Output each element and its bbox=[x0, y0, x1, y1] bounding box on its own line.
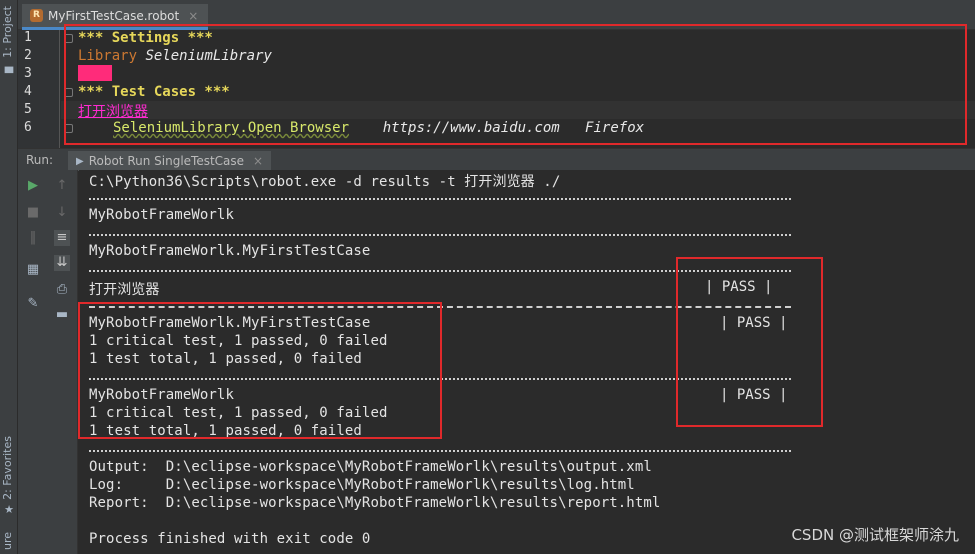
layout-icon[interactable]: ▦ bbox=[25, 262, 41, 278]
favorites-tool-button[interactable]: 2: Favorites bbox=[1, 436, 14, 500]
stop-icon[interactable]: ■ bbox=[25, 205, 41, 221]
star-icon[interactable]: ★ bbox=[3, 504, 15, 516]
run-config-label: Robot Run SingleTestCase bbox=[88, 154, 245, 168]
editor-tab-label: MyFirstTestCase.robot bbox=[48, 8, 180, 23]
separator-line bbox=[89, 234, 791, 236]
separator-line bbox=[89, 450, 791, 452]
command-line: C:\Python36\Scripts\robot.exe -d results… bbox=[89, 174, 561, 190]
trash-icon[interactable]: ▬ bbox=[54, 307, 70, 323]
close-icon[interactable]: × bbox=[188, 9, 198, 23]
sub-suite-header: MyRobotFrameWorlk.MyFirstTestCase bbox=[89, 243, 371, 259]
print-icon[interactable]: ⎙ bbox=[54, 282, 70, 298]
project-tool-button[interactable]: 1: Project bbox=[1, 6, 14, 58]
log-path: Log: D:\eclipse-workspace\MyRobotFrameWo… bbox=[89, 477, 635, 493]
output-path: Output: D:\eclipse-workspace\MyRobotFram… bbox=[89, 459, 652, 475]
run-label: Run: bbox=[26, 153, 54, 167]
annotation-box-code bbox=[64, 24, 967, 145]
annotation-box-status bbox=[676, 257, 823, 427]
pin-icon[interactable]: ✎ bbox=[25, 296, 41, 312]
scroll-up-icon[interactable]: ↑ bbox=[54, 178, 70, 194]
run-tool-window-header: Run: ▶ Robot Run SingleTestCase × bbox=[18, 148, 975, 171]
close-icon[interactable]: × bbox=[253, 154, 263, 168]
robot-file-icon: R bbox=[30, 9, 43, 22]
exit-message: Process finished with exit code 0 bbox=[89, 531, 371, 547]
run-config-tab[interactable]: ▶ Robot Run SingleTestCase × bbox=[68, 151, 272, 171]
scroll-to-end-icon[interactable]: ⇊ bbox=[54, 255, 70, 271]
line-number: 5 bbox=[24, 102, 32, 117]
soft-wrap-icon[interactable]: ≡ bbox=[54, 230, 70, 246]
scroll-down-icon[interactable]: ↓ bbox=[54, 205, 70, 221]
line-number-gutter: 1 2 3 4 5 6 bbox=[18, 30, 60, 148]
test-result-row: 打开浏览器 bbox=[89, 282, 160, 298]
line-number: 4 bbox=[24, 84, 32, 99]
suite-header: MyRobotFrameWorlk bbox=[89, 207, 234, 223]
pause-icon[interactable]: ‖ bbox=[25, 230, 41, 246]
line-number: 1 bbox=[24, 30, 32, 45]
line-number: 2 bbox=[24, 48, 32, 63]
folder-icon[interactable]: ▀ bbox=[3, 68, 15, 80]
run-toolbar: ▶ ↑ ■ ↓ ‖ ≡ ⇊ ▦ ⎙ ✎ ▬ bbox=[18, 170, 78, 554]
left-tool-strip: 1: Project ▀ 2: Favorites ★ ure bbox=[0, 0, 18, 554]
watermark: CSDN @测试框架师涂九 bbox=[791, 526, 959, 544]
separator-line bbox=[89, 198, 791, 200]
report-path: Report: D:\eclipse-workspace\MyRobotFram… bbox=[89, 495, 661, 511]
line-number: 3 bbox=[24, 66, 32, 81]
line-number: 6 bbox=[24, 120, 32, 135]
run-config-icon: ▶ bbox=[76, 155, 84, 167]
structure-tool-button[interactable]: ure bbox=[1, 532, 14, 550]
annotation-box-summary bbox=[78, 302, 442, 439]
rerun-icon[interactable]: ▶ bbox=[25, 178, 41, 194]
